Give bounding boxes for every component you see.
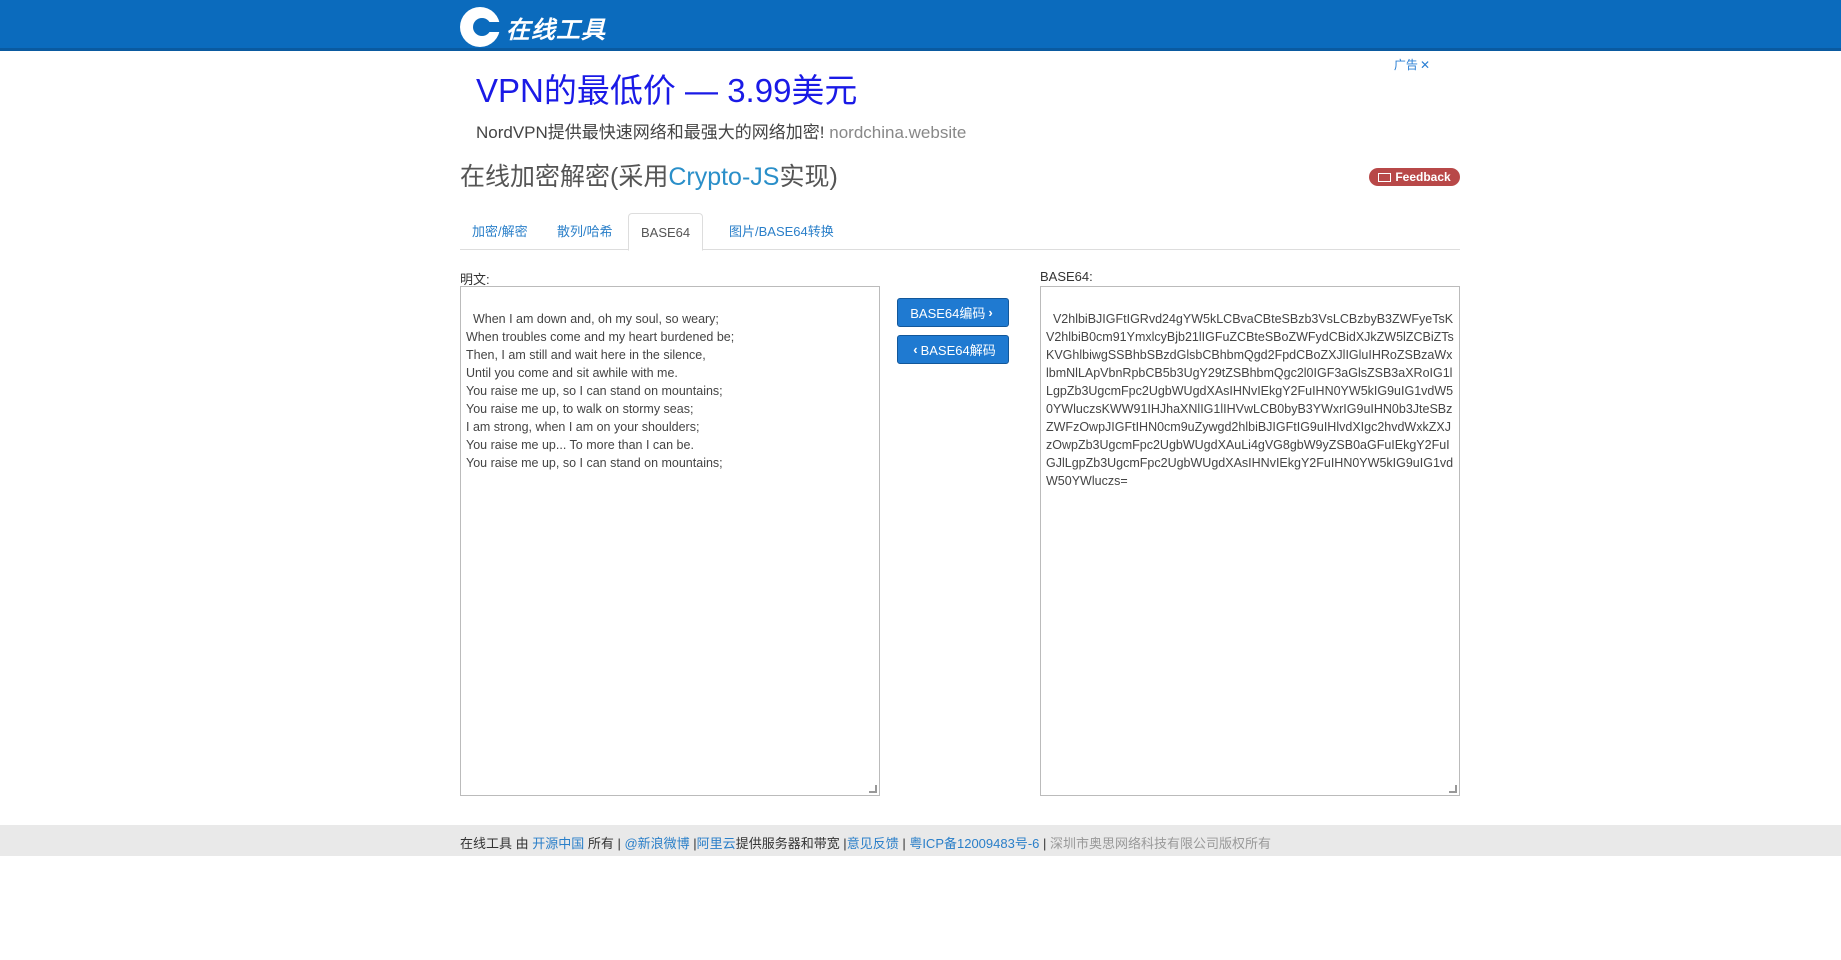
close-icon[interactable]: ✕ <box>1420 58 1430 72</box>
ad-desc-text: NordVPN提供最快速网络和最强大的网络加密! <box>476 123 825 142</box>
ad-badge[interactable]: 广告 ✕ <box>1394 56 1430 73</box>
footer-text-4: 提供服务器和带宽 | <box>735 836 847 851</box>
page-title: 在线加密解密(采用Crypto-JS实现) <box>460 157 838 193</box>
title-suffix: 实现) <box>779 163 838 191</box>
title-prefix: 在线加密解密(采用 <box>460 163 669 191</box>
footer-link-feedback[interactable]: 意见反馈 <box>847 836 899 851</box>
ad-url[interactable]: nordchina.website <box>829 123 966 142</box>
footer-link-icp[interactable]: 粤ICP备12009483号-6 <box>909 836 1039 851</box>
top-navbar: 在线工具 <box>0 0 1841 51</box>
base64-value: V2hlbiBJIGFtIGRvd24gYW5kLCBvaCBteSBzb3Vs… <box>1046 312 1454 488</box>
footer-text-1: 在线工具 由 <box>460 836 533 851</box>
title-accent-link[interactable]: Crypto-JS <box>668 163 779 191</box>
tab-hash[interactable]: 散列/哈希 <box>545 213 625 250</box>
mail-icon <box>1378 172 1392 182</box>
base64-label: BASE64: <box>1040 269 1093 284</box>
ad-description: NordVPN提供最快速网络和最强大的网络加密! nordchina.websi… <box>476 118 1436 143</box>
footer-link-oschina[interactable]: 开源中国 <box>532 836 584 851</box>
footer-copyright: 深圳市奥思网络科技有限公司版权所有 <box>1050 836 1272 851</box>
decode-label: BASE64解码 <box>920 343 996 358</box>
logo-c-icon <box>460 7 502 47</box>
encode-button[interactable]: BASE64编码 › <box>897 298 1009 327</box>
tab-encrypt-decrypt[interactable]: 加密/解密 <box>460 213 540 250</box>
resize-handle[interactable] <box>1449 785 1457 793</box>
footer-text: 在线工具 由 开源中国 所有 | @新浪微博 |阿里云提供服务器和带宽 |意见反… <box>460 833 1271 852</box>
plaintext-textarea[interactable]: When I am down and, oh my soul, so weary… <box>460 286 880 796</box>
footer-link-weibo[interactable]: @新浪微博 <box>624 836 689 851</box>
chevron-left-icon: ‹ <box>913 342 918 357</box>
decode-button[interactable]: ‹ BASE64解码 <box>897 335 1009 364</box>
tab-base64[interactable]: BASE64 <box>628 213 704 251</box>
footer-link-aliyun[interactable]: 阿里云 <box>697 836 736 851</box>
encode-label: BASE64编码 <box>910 306 986 321</box>
footer-text-6: | <box>1039 836 1050 851</box>
feedback-label: Feedback <box>1395 170 1451 184</box>
tab-bar: 加密/解密 散列/哈希 BASE64 图片/BASE64转换 <box>460 213 1460 251</box>
tab-image-base64[interactable]: 图片/BASE64转换 <box>717 213 846 250</box>
chevron-right-icon: › <box>988 305 993 320</box>
ad-banner[interactable]: VPN的最低价 — 3.99美元 NordVPN提供最快速网络和最强大的网络加密… <box>476 58 1436 154</box>
base64-textarea[interactable]: V2hlbiBJIGFtIGRvd24gYW5kLCBvaCBteSBzb3Vs… <box>1040 286 1460 796</box>
logo-text: 在线工具 <box>506 14 606 44</box>
plaintext-value: When I am down and, oh my soul, so weary… <box>466 312 735 470</box>
ad-title[interactable]: VPN的最低价 — 3.99美元 <box>476 64 1436 112</box>
resize-handle[interactable] <box>869 785 877 793</box>
footer: 在线工具 由 开源中国 所有 | @新浪微博 |阿里云提供服务器和带宽 |意见反… <box>0 825 1841 856</box>
site-logo[interactable]: 在线工具 <box>460 7 606 47</box>
footer-text-2: 所有 | <box>584 836 625 851</box>
footer-text-5: | <box>898 836 910 851</box>
ad-badge-label: 广告 <box>1393 58 1418 72</box>
feedback-button[interactable]: Feedback <box>1369 168 1460 186</box>
footer-text-3: | <box>689 836 697 851</box>
